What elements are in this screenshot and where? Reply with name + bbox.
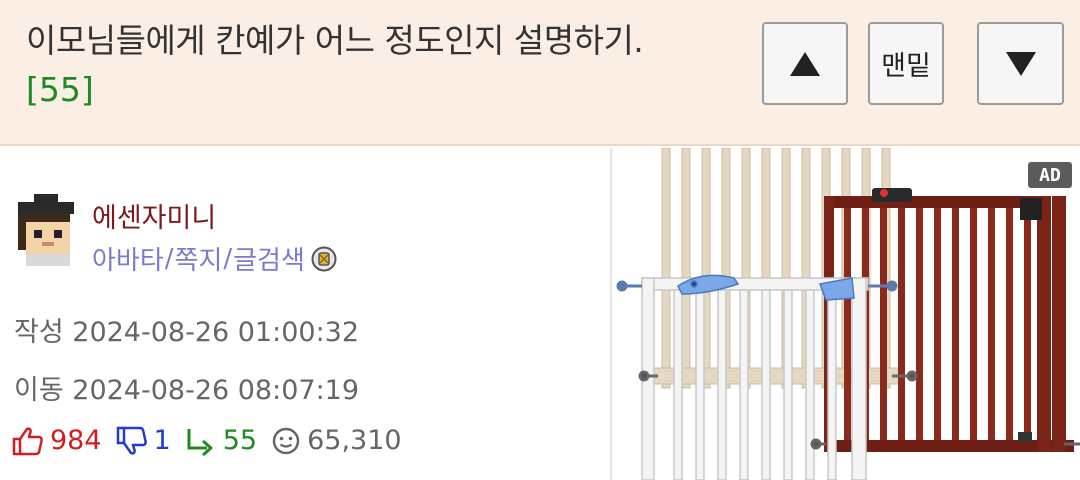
- avatar-link[interactable]: 아바타: [92, 240, 164, 277]
- post-title: 이모님들에게 칸예가 어느 정도인지 설명하기.: [26, 21, 644, 60]
- go-bottom-button[interactable]: 맨밑: [868, 22, 944, 105]
- reply-count: 55: [222, 425, 258, 456]
- author-panel: 에센자미니 아바타 / 쪽지 / 글검색 작성 2024-08-26 01:00…: [0, 148, 610, 480]
- reply-button[interactable]: 55: [185, 425, 257, 456]
- created-date: 작성 2024-08-26 01:00:32: [14, 317, 360, 348]
- thumbs-down-icon: [116, 426, 147, 455]
- downvote-count: 1: [153, 425, 171, 456]
- thumbs-up-icon: [12, 426, 43, 455]
- arrow-down-icon: [1005, 51, 1036, 76]
- scroll-up-button[interactable]: [762, 22, 848, 105]
- upvote-count: 984: [50, 425, 102, 456]
- view-count: 65,310: [307, 425, 402, 456]
- upvote-button[interactable]: 984: [12, 425, 102, 456]
- ad-badge: AD: [1028, 162, 1072, 188]
- link-separator: /: [164, 243, 174, 274]
- badge-icon: [311, 246, 337, 271]
- ad-image: [616, 148, 1080, 480]
- author-links: 아바타 / 쪽지 / 글검색: [92, 240, 337, 277]
- author-nickname[interactable]: 에센자미니: [92, 196, 216, 235]
- post-search-link[interactable]: 글검색: [233, 240, 305, 277]
- reply-icon: [187, 428, 213, 456]
- link-separator: /: [223, 243, 233, 274]
- avatar[interactable]: [14, 194, 78, 266]
- post-stats: 984 1 55 65,310: [12, 425, 416, 456]
- views-icon: [272, 427, 300, 454]
- scroll-down-button[interactable]: [977, 22, 1064, 105]
- post-header: 이모님들에게 칸예가 어느 정도인지 설명하기. [55] 맨밑: [0, 0, 1080, 146]
- message-link[interactable]: 쪽지: [175, 240, 223, 277]
- views: 65,310: [271, 425, 402, 456]
- moved-date: 이동 2024-08-26 08:07:19: [14, 375, 360, 406]
- comment-count[interactable]: [55]: [26, 70, 94, 109]
- downvote-button[interactable]: 1: [116, 425, 171, 456]
- arrow-up-icon: [790, 51, 820, 76]
- advertisement[interactable]: AD: [612, 148, 1080, 480]
